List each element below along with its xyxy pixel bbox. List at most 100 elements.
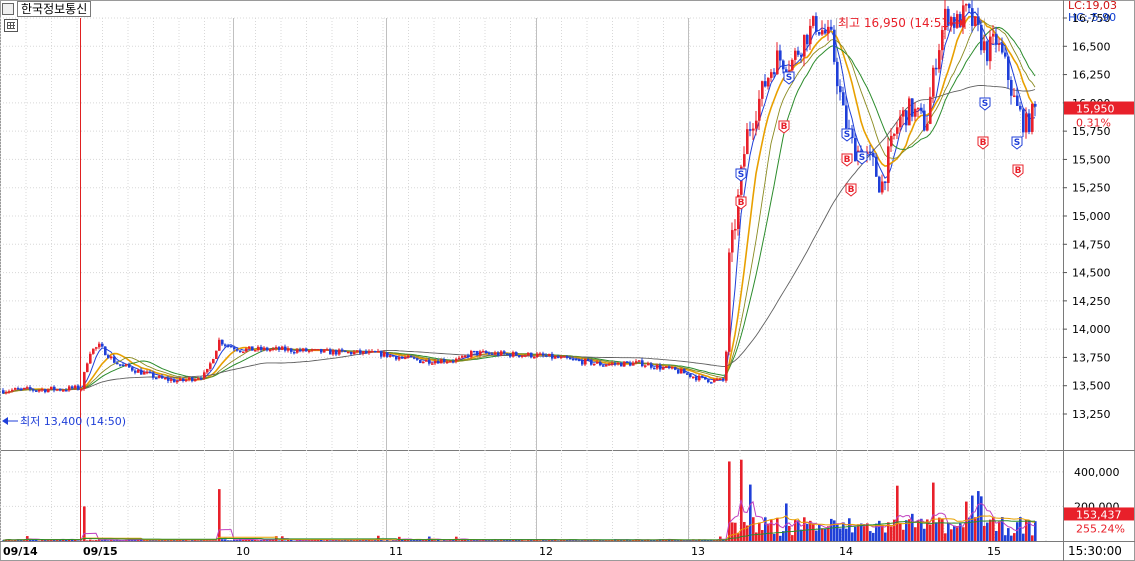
candle-body: [326, 349, 329, 351]
candle-body: [551, 353, 554, 359]
stock-chart[interactable]: 16,75016,50016,25016,00015,75015,50015,2…: [0, 0, 1135, 561]
candle-body: [470, 350, 473, 358]
volume-bar: [92, 540, 95, 541]
candle-body: [197, 378, 200, 380]
candle-body: [182, 378, 185, 381]
candle-body: [14, 388, 17, 390]
signal-tag-label: B: [781, 122, 788, 132]
time-axis-label: 09/14: [3, 545, 38, 558]
volume-bar: [944, 533, 947, 541]
volume-bar: [896, 485, 899, 541]
candle-body: [1013, 95, 1016, 98]
signal-tag-label: S: [1014, 138, 1020, 148]
candle-body: [797, 50, 800, 55]
volume-bar: [899, 522, 902, 541]
candle-body: [512, 352, 515, 357]
candle-body: [29, 387, 32, 390]
candle-body: [722, 378, 725, 381]
candle-body: [767, 77, 770, 87]
volume-bar: [863, 524, 866, 541]
volume-bar: [1016, 522, 1019, 541]
candle-body: [710, 382, 713, 384]
candle-body: [941, 30, 944, 51]
candle-body: [632, 362, 635, 366]
volume-bar: [848, 518, 851, 541]
volume-bar: [917, 520, 920, 541]
window-menu-icon[interactable]: [2, 3, 14, 15]
candle-body: [335, 350, 338, 355]
low-annotation: 최저 13,400 (14:50): [20, 415, 126, 428]
table-view-icon[interactable]: [4, 19, 18, 32]
candle-body: [491, 353, 494, 355]
moving-average-line: [2, 15, 1036, 395]
candle-body: [815, 16, 818, 32]
candle-body: [500, 351, 503, 356]
candle-body: [611, 363, 614, 365]
volume-bar: [257, 540, 260, 541]
candle-body: [761, 81, 764, 99]
candle-body: [254, 350, 257, 352]
candle-body: [1028, 113, 1031, 132]
candle-body: [347, 351, 350, 354]
moving-average-line: [2, 85, 1036, 394]
candle-body: [659, 365, 662, 370]
candle-body: [911, 98, 914, 117]
volume-bar: [407, 540, 410, 541]
candle-body: [380, 351, 383, 357]
low-arrow-head: [2, 417, 8, 425]
volume-bar: [758, 522, 761, 541]
volume-bar: [767, 523, 770, 541]
sell-signal-marker: S: [856, 151, 868, 165]
candle-body: [812, 16, 815, 26]
sell-signal-marker: S: [735, 168, 747, 182]
price-tick-label: 16,250: [1072, 69, 1111, 82]
candle-body: [419, 359, 422, 364]
candle-body: [902, 110, 905, 117]
candle-body: [806, 34, 809, 45]
volume-bar: [761, 530, 764, 541]
price-ma-lines: [2, 11, 1036, 395]
candle-body: [77, 385, 80, 390]
candle-body: [773, 72, 776, 75]
volume-bar: [830, 518, 833, 541]
candle-body: [110, 356, 113, 359]
candle-body: [344, 350, 347, 353]
candle-body: [83, 372, 86, 390]
volume-bar: [230, 540, 233, 541]
candle-body: [2, 390, 5, 394]
candle-body: [791, 59, 794, 71]
candle-body: [272, 348, 275, 350]
candle-body: [668, 366, 671, 369]
candle-body: [926, 123, 929, 131]
candle-body: [251, 346, 254, 351]
candle-body: [983, 41, 986, 51]
volume-bar: [923, 528, 926, 541]
signal-tag-label: B: [1015, 166, 1022, 176]
candle-body: [878, 176, 881, 193]
signal-tag-label: B: [844, 155, 851, 165]
candle-body: [503, 351, 506, 354]
candle-body: [125, 364, 128, 366]
volume-bar: [467, 540, 470, 541]
stock-name[interactable]: 한국정보통신: [17, 1, 92, 17]
volume-bar: [743, 521, 746, 541]
candle-body: [485, 351, 488, 354]
candle-body: [803, 34, 806, 57]
candle-body: [329, 349, 332, 355]
buy-signal-marker: B: [1012, 164, 1024, 178]
candle-body: [71, 386, 74, 389]
candle-body: [998, 43, 1001, 45]
candle-body: [191, 377, 194, 382]
candle-body: [38, 389, 41, 392]
candle-body: [1034, 103, 1037, 107]
volume-bar: [815, 530, 818, 541]
candle-body: [68, 386, 71, 391]
candle-body: [113, 356, 116, 363]
time-axis-label: 13: [691, 545, 705, 558]
volume-bar: [227, 540, 230, 541]
candle-body: [338, 349, 341, 355]
candle-body: [881, 181, 884, 193]
candle-body: [683, 369, 686, 374]
candle-body: [701, 375, 704, 378]
candle-body: [131, 367, 134, 371]
